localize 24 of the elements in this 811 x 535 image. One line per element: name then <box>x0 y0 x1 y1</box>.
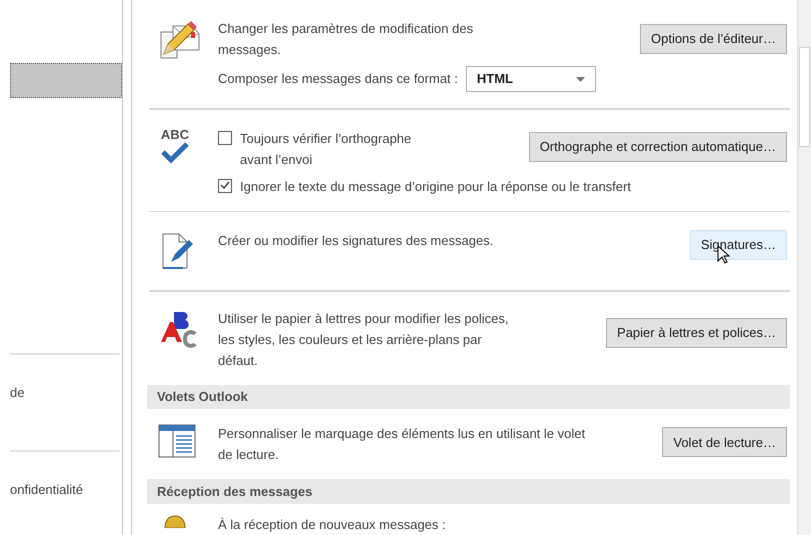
checkbox[interactable] <box>218 130 232 145</box>
format-label: Composer les messages dans ce format : <box>218 70 458 88</box>
checkbox-label: Ignorer le texte du message d’origine pour la réponse ou le transfert <box>240 178 631 196</box>
option-button[interactable]: Options de l’éditeur… <box>640 24 787 54</box>
scrollbar[interactable] <box>797 0 811 535</box>
description: À la réception de nouveaux messages : <box>218 516 447 534</box>
dropdown-arrow-icon <box>576 76 585 82</box>
format-dropdown[interactable]: HTML <box>466 66 596 92</box>
description: Utiliser le papier à lettres pour modifier les polices, les styles, les couleurs et les arrière-plans par défaut. <box>218 310 510 370</box>
checkbox-label: Toujours vérifier l’orthographe avant l’envoi <box>240 130 412 169</box>
sidebar-item[interactable]: onfidentialité <box>10 472 122 507</box>
description: Personnaliser le marquage des éléments lus en utilisant le volet de lecture. <box>218 425 586 464</box>
section-header: Réception des messages <box>147 479 790 504</box>
reading-pane-icon <box>157 423 197 460</box>
option-button[interactable]: Orthographe et correction automatique… <box>528 132 787 162</box>
description: Changer les paramètres de modification des messages. <box>218 20 474 59</box>
option-button[interactable]: Papier à lettres et polices… <box>606 318 787 348</box>
option-button[interactable]: Volet de lecture… <box>662 427 787 458</box>
icon-label: ABC <box>160 128 190 142</box>
sidebar-item[interactable] <box>10 63 122 98</box>
description: Créer ou modifier les signatures des messages. <box>218 232 494 250</box>
sidebar-item[interactable]: de <box>10 375 122 410</box>
section-header: Volets Outlook <box>147 384 790 410</box>
checkbox[interactable] <box>218 178 232 193</box>
